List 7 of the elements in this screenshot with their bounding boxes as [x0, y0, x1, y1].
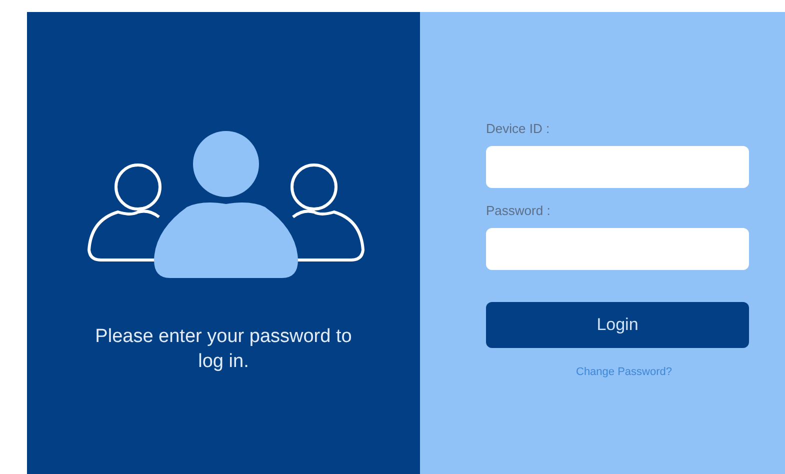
instruction-text: Please enter your password to log in.: [94, 325, 353, 374]
users-icon: [86, 130, 366, 280]
input-field[interactable]: [486, 146, 749, 188]
input-field[interactable]: [486, 228, 749, 270]
field-label: Device ID :: [486, 120, 551, 138]
login-button[interactable]: Login: [486, 302, 749, 348]
field-label: Password :: [486, 202, 552, 220]
